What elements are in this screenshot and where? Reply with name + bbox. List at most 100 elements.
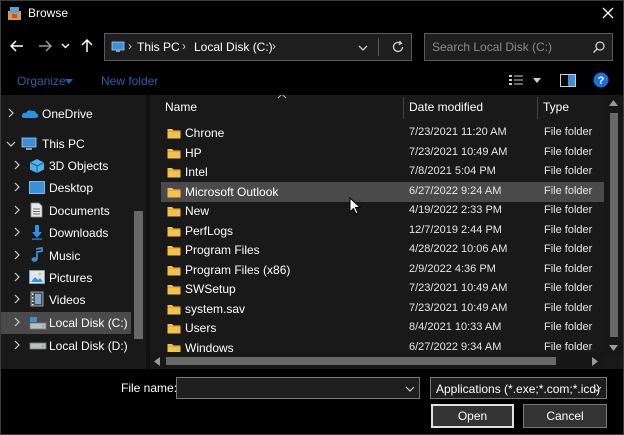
file-row[interactable]: SWSetup 7/23/2021 10:49 AM File folder bbox=[161, 279, 604, 299]
view-dropdown-icon[interactable] bbox=[533, 78, 541, 83]
type-cell: File folder bbox=[544, 243, 593, 255]
svg-text:?: ? bbox=[598, 75, 605, 87]
back-button[interactable] bbox=[7, 35, 27, 57]
sidebar-item-3d-objects[interactable]: 3D Objects bbox=[1, 155, 131, 177]
chevron-right-icon[interactable] bbox=[14, 227, 20, 237]
recent-locations-button[interactable] bbox=[58, 35, 72, 57]
column-header-type[interactable]: Type bbox=[543, 100, 569, 114]
file-row[interactable]: Program Files (x86) 2/9/2022 4:36 PM File … bbox=[161, 260, 604, 280]
view-options-icon[interactable] bbox=[508, 74, 524, 87]
downloads-icon bbox=[32, 225, 42, 240]
file-row[interactable]: HP 7/23/2021 10:49 AM File folder bbox=[161, 143, 604, 163]
close-button[interactable] bbox=[593, 1, 623, 25]
file-name-cell: PerfLogs bbox=[185, 223, 234, 238]
chevron-right-icon[interactable] bbox=[14, 182, 20, 192]
back-arrow-icon bbox=[10, 40, 23, 52]
type-cell: File folder bbox=[544, 145, 593, 158]
sidebar-item-onedrive[interactable]: OneDrive bbox=[1, 103, 131, 125]
sidebar-item-label: Local Disk (C:) bbox=[49, 316, 128, 330]
command-bar: Organize New folder ? bbox=[1, 67, 623, 95]
column-divider[interactable] bbox=[403, 97, 404, 119]
navigation-scrollbar-thumb[interactable] bbox=[134, 211, 143, 339]
this-pc-small-icon bbox=[111, 41, 125, 52]
column-header-date-modified[interactable]: Date modified bbox=[409, 100, 483, 114]
open-button[interactable]: Open bbox=[431, 404, 514, 428]
scroll-left-icon[interactable] bbox=[154, 357, 160, 366]
chevron-right-icon[interactable] bbox=[14, 250, 20, 260]
type-cell: File folder bbox=[544, 223, 593, 236]
file-row[interactable]: New 4/19/2022 2:33 PM File folder bbox=[161, 201, 604, 221]
type-cell: File folder bbox=[544, 204, 593, 216]
file-name-input[interactable] bbox=[176, 377, 420, 399]
chevron-right-icon[interactable] bbox=[14, 294, 20, 304]
sidebar-item-downloads[interactable]: Downloads bbox=[1, 222, 131, 244]
sidebar-item-local-disk-d[interactable]: Local Disk (D:) bbox=[1, 335, 131, 357]
address-dropdown-icon[interactable] bbox=[358, 45, 368, 51]
chevron-right-icon[interactable] bbox=[14, 317, 20, 327]
file-name-cell: SWSetup bbox=[185, 282, 236, 296]
chevron-right-icon[interactable] bbox=[14, 160, 20, 170]
scroll-down-icon[interactable] bbox=[609, 345, 618, 351]
search-box[interactable]: Search Local Disk (C:) bbox=[424, 33, 613, 61]
chevron-right-icon[interactable] bbox=[14, 205, 20, 215]
sidebar-item-this-pc[interactable]: This PC bbox=[1, 133, 131, 155]
file-name-cell: HP bbox=[185, 145, 202, 160]
chevron-down-icon[interactable] bbox=[592, 386, 602, 392]
chevron-right-icon[interactable] bbox=[14, 272, 20, 282]
sidebar-item-music[interactable]: Music bbox=[1, 245, 131, 267]
file-list-vertical-scrollbar[interactable] bbox=[604, 95, 623, 357]
up-button[interactable] bbox=[77, 35, 97, 57]
breadcrumb-separator: › bbox=[272, 39, 276, 53]
breadcrumb-this-pc[interactable]: This PC bbox=[137, 40, 180, 54]
chevron-right-icon[interactable] bbox=[14, 340, 20, 350]
sidebar-item-label: 3D Objects bbox=[49, 159, 109, 173]
vertical-scrollbar-thumb[interactable] bbox=[610, 113, 618, 337]
chevron-down-icon[interactable] bbox=[6, 141, 16, 147]
sidebar-item-local-disk-c[interactable]: Local Disk (C:) bbox=[1, 312, 131, 334]
sidebar-item-label: Desktop bbox=[49, 181, 94, 195]
breadcrumb-local-disk-c[interactable]: Local Disk (C:) bbox=[194, 40, 273, 54]
horizontal-scrollbar-thumb[interactable] bbox=[166, 357, 556, 365]
cancel-button[interactable]: Cancel bbox=[523, 404, 607, 428]
folder-icon bbox=[167, 129, 181, 139]
chevron-down-icon[interactable] bbox=[405, 386, 415, 392]
forward-button[interactable] bbox=[35, 35, 55, 57]
sidebar-item-desktop[interactable]: Desktop bbox=[1, 177, 131, 199]
file-row[interactable]: PerfLogs 12/7/2019 2:44 PM File folder bbox=[161, 221, 604, 241]
sidebar-item-pictures[interactable]: Pictures bbox=[1, 267, 131, 289]
breadcrumb-separator: › bbox=[182, 39, 186, 53]
help-icon[interactable]: ? bbox=[593, 72, 609, 88]
sidebar-item-documents[interactable]: Documents bbox=[1, 200, 131, 222]
organize-menu[interactable]: Organize bbox=[17, 74, 66, 88]
new-folder-button[interactable]: New folder bbox=[101, 74, 158, 88]
chevron-right-icon[interactable] bbox=[8, 108, 14, 118]
refresh-icon[interactable] bbox=[391, 40, 405, 54]
file-row[interactable]: Program Files 4/28/2022 10:06 AM File fold… bbox=[161, 240, 604, 260]
search-placeholder: Search Local Disk (C:) bbox=[432, 40, 553, 54]
address-bar[interactable]: › This PC › Local Disk (C:) › bbox=[104, 33, 412, 61]
column-divider[interactable] bbox=[537, 97, 538, 119]
pictures-icon bbox=[29, 270, 45, 284]
file-row[interactable]: Chrone 7/23/2021 11:20 AM File folder bbox=[161, 123, 604, 143]
column-header-name[interactable]: Name bbox=[165, 100, 197, 114]
folder-icon bbox=[167, 304, 181, 314]
sidebar-item-label: Pictures bbox=[49, 271, 93, 285]
scroll-up-icon[interactable] bbox=[609, 100, 618, 106]
file-row[interactable]: Intel 7/8/2021 5:04 PM File folder bbox=[161, 162, 604, 182]
navigation-scrollbar[interactable] bbox=[131, 95, 146, 369]
file-row[interactable]: Microsoft Outlook 6/27/2022 9:24 AM File f… bbox=[161, 181, 604, 202]
scroll-right-icon[interactable] bbox=[592, 357, 598, 366]
file-row[interactable]: system.sav 7/23/2021 10:49 AM File folder bbox=[161, 299, 604, 319]
sidebar-item-videos[interactable]: Videos bbox=[1, 289, 131, 311]
folder-icon bbox=[167, 168, 181, 178]
file-row[interactable]: Users 8/4/2021 10:33 AM File folder bbox=[161, 318, 604, 338]
file-list-horizontal-scrollbar[interactable] bbox=[150, 352, 604, 369]
sort-ascending-icon bbox=[277, 95, 287, 99]
type-cell: File folder bbox=[544, 321, 593, 333]
folder-icon bbox=[167, 285, 181, 295]
date-modified-cell: 4/28/2022 10:06 AM bbox=[409, 243, 508, 255]
type-cell: File folder bbox=[544, 184, 593, 197]
file-name-cell: system.sav bbox=[185, 301, 246, 316]
file-type-select[interactable]: Applications (*.exe;*.com;*.icd) bbox=[430, 377, 607, 399]
preview-pane-icon[interactable] bbox=[560, 74, 576, 87]
